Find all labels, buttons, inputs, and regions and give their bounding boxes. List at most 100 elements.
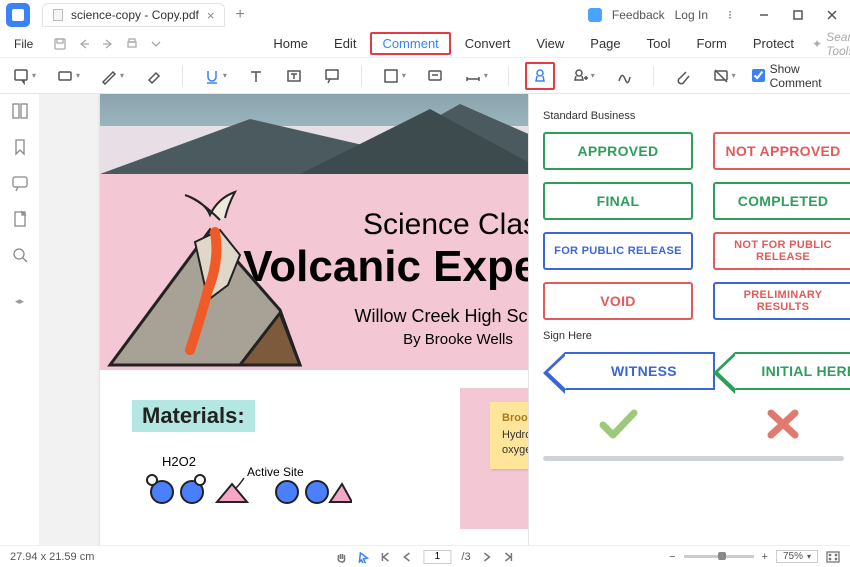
file-menu[interactable]: File — [6, 35, 41, 53]
zoom-in-button[interactable]: + — [762, 551, 768, 563]
volcano-illustration — [100, 190, 330, 370]
stamp-approved[interactable]: APPROVED — [543, 132, 693, 170]
select-tool-icon[interactable] — [357, 551, 369, 563]
show-comment-checkbox[interactable] — [752, 69, 765, 82]
stamp-initial-here[interactable]: INITIAL HERE — [735, 352, 850, 390]
stamp-not-public-release[interactable]: NOT FOR PUBLIC RELEASE — [713, 232, 850, 270]
textbox-tool[interactable] — [281, 64, 307, 88]
close-window-button[interactable] — [820, 3, 844, 27]
pencil-tool[interactable]: ▾ — [96, 64, 128, 88]
comment-tool[interactable] — [422, 64, 448, 88]
feedback-icon — [588, 8, 602, 22]
text-tool[interactable] — [243, 64, 269, 88]
attachment-panel-icon[interactable] — [11, 210, 29, 228]
shape-tool[interactable]: ▾ — [378, 64, 410, 88]
underline-tool[interactable]: ▾ — [199, 64, 231, 88]
tab-convert[interactable]: Convert — [453, 32, 523, 55]
stamp-preliminary[interactable]: PRELIMINARY RESULTS — [713, 282, 850, 320]
highlight-tool[interactable]: ▾ — [52, 64, 84, 88]
maximize-button[interactable] — [786, 3, 810, 27]
undo-icon[interactable] — [75, 35, 93, 53]
show-comment-toggle[interactable]: Show Comment — [752, 62, 842, 90]
stamp-panel: Standard Business APPROVED NOT APPROVED … — [528, 94, 850, 545]
chemistry-doodle: H2O2 Active Site — [132, 452, 428, 517]
sidebar-toggle-icon[interactable]: ◂▸ — [15, 296, 24, 307]
tab-form[interactable]: Form — [685, 32, 739, 55]
hide-comments-tool[interactable]: ▾ — [708, 64, 740, 88]
stamp-completed[interactable]: COMPLETED — [713, 182, 850, 220]
attachment-tool[interactable] — [670, 64, 696, 88]
page-total: /3 — [461, 551, 470, 563]
titlebar: science-copy - Copy.pdf × + Feedback Log… — [0, 0, 850, 30]
minimize-button[interactable] — [752, 3, 776, 27]
tab-tool[interactable]: Tool — [635, 32, 683, 55]
document-filename: science-copy - Copy.pdf — [71, 8, 199, 22]
document-viewport[interactable]: Science Class Volcanic Experiment Willow… — [40, 94, 850, 545]
print-icon[interactable] — [123, 35, 141, 53]
thumbnail-panel-icon[interactable] — [11, 102, 29, 120]
search-tools-placeholder: Search Tools — [826, 30, 850, 58]
stamp-checkmark[interactable] — [543, 406, 693, 442]
note-tool[interactable]: ▾ — [8, 64, 40, 88]
callout-tool[interactable] — [319, 64, 345, 88]
stamp-tool[interactable] — [525, 62, 555, 90]
close-tab-icon[interactable]: × — [207, 8, 215, 23]
panel-section-sign: Sign Here — [543, 330, 850, 342]
show-comment-label: Show Comment — [770, 62, 842, 90]
login-link[interactable]: Log In — [675, 8, 708, 22]
app-icon — [6, 3, 30, 27]
tab-comment[interactable]: Comment — [370, 32, 450, 55]
tab-page[interactable]: Page — [578, 32, 632, 55]
pdf-icon — [53, 9, 63, 21]
prev-page-icon[interactable] — [401, 551, 413, 563]
zoom-level[interactable]: 75%▾ — [776, 550, 818, 563]
signature-tool[interactable] — [611, 64, 637, 88]
workspace: ◂▸ Science Class Volcanic Experiment Wil… — [0, 94, 850, 545]
custom-stamp-tool[interactable]: ▾ — [567, 64, 599, 88]
last-page-icon[interactable] — [503, 551, 515, 563]
qat-dropdown-icon[interactable] — [147, 35, 165, 53]
feedback-link[interactable]: Feedback — [612, 8, 665, 22]
sparkle-icon — [812, 37, 822, 51]
measure-tool[interactable]: ▾ — [460, 64, 492, 88]
tab-protect[interactable]: Protect — [741, 32, 806, 55]
bookmark-panel-icon[interactable] — [11, 138, 29, 156]
zoom-out-button[interactable]: − — [669, 551, 675, 563]
stamp-public-release[interactable]: FOR PUBLIC RELEASE — [543, 232, 693, 270]
tab-edit[interactable]: Edit — [322, 32, 368, 55]
new-tab-button[interactable]: + — [235, 6, 244, 24]
stamp-cross[interactable] — [713, 406, 850, 442]
redo-icon[interactable] — [99, 35, 117, 53]
search-panel-icon[interactable] — [11, 246, 29, 264]
kebab-menu-icon[interactable]: ⁝ — [718, 3, 742, 27]
tab-view[interactable]: View — [524, 32, 576, 55]
menubar: File Home Edit Comment Convert View Page… — [0, 30, 850, 58]
tab-home[interactable]: Home — [261, 32, 320, 55]
zoom-slider[interactable] — [684, 555, 754, 558]
stamp-witness[interactable]: WITNESS — [565, 352, 715, 390]
ribbon-tabs: Home Edit Comment Convert View Page Tool… — [261, 32, 806, 55]
document-tab[interactable]: science-copy - Copy.pdf × — [42, 3, 225, 27]
stamp-not-approved[interactable]: NOT APPROVED — [713, 132, 850, 170]
materials-card: Materials: H2O2 Active Site — [120, 388, 440, 529]
eraser-tool[interactable] — [140, 64, 166, 88]
stamp-final[interactable]: FINAL — [543, 182, 693, 220]
first-page-icon[interactable] — [379, 551, 391, 563]
save-icon[interactable] — [51, 35, 69, 53]
comment-panel-icon[interactable] — [11, 174, 29, 192]
stamp-void[interactable]: VOID — [543, 282, 693, 320]
panel-section-business: Standard Business — [543, 110, 850, 122]
next-page-icon[interactable] — [481, 551, 493, 563]
page-dimensions: 27.94 x 21.59 cm — [10, 551, 94, 563]
svg-text:H2O2: H2O2 — [162, 454, 196, 469]
fit-page-icon[interactable] — [826, 551, 840, 563]
panel-scrollbar[interactable] — [543, 456, 844, 461]
statusbar: 27.94 x 21.59 cm /3 − + 75%▾ — [0, 545, 850, 567]
side-panel: ◂▸ — [0, 94, 40, 545]
comment-toolbar: ▾ ▾ ▾ ▾ ▾ ▾ ▾ ▾ Show Comment — [0, 58, 850, 94]
materials-heading: Materials: — [132, 400, 255, 432]
svg-text:Active Site: Active Site — [247, 465, 304, 479]
page-number-input[interactable] — [423, 550, 451, 564]
hand-tool-icon[interactable] — [335, 551, 347, 563]
search-tools[interactable]: Search Tools — [812, 30, 850, 58]
